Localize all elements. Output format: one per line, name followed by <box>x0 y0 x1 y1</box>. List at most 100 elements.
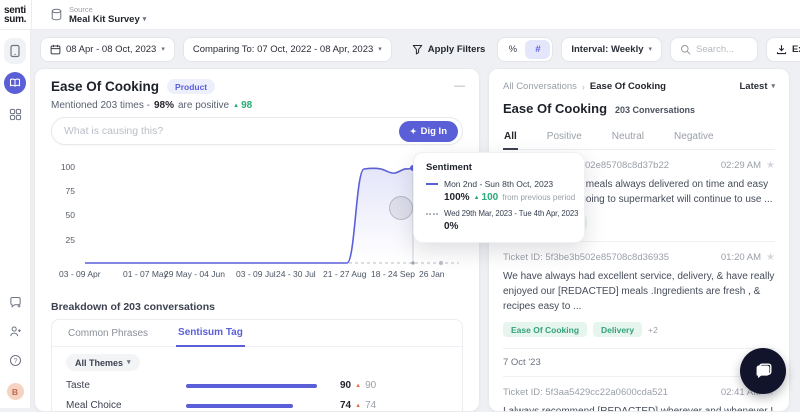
sidebar-item-device[interactable] <box>4 38 26 64</box>
chevron-down-icon: ▾ <box>378 45 382 53</box>
topic-insight-panel: Ease Of Cooking Product — Mentioned 203 … <box>34 68 480 412</box>
breadcrumb-separator: › <box>581 81 585 92</box>
help-icon: ? <box>9 354 21 367</box>
tooltip-title: Sentiment <box>426 162 472 173</box>
x-tick: 18 - 24 Sep <box>371 269 415 279</box>
x-tick: 26 Jan <box>419 269 445 279</box>
tablet-icon <box>10 44 20 58</box>
search-box[interactable] <box>670 36 759 62</box>
sidebar-item-insights-active[interactable] <box>4 72 26 94</box>
sidebar-item-help[interactable]: ? <box>9 354 22 372</box>
user-plus-icon <box>9 326 21 337</box>
positive-percent: 98% <box>153 100 174 111</box>
sentisum-logo[interactable]: senti sum. <box>0 5 31 25</box>
dig-in-label: Dig In <box>420 125 447 137</box>
sort-dropdown[interactable]: Latest ▾ <box>740 81 776 92</box>
collapse-panel-button[interactable]: — <box>454 81 465 92</box>
date-range-value: 08 Apr - 08 Oct, 2023 <box>66 43 157 55</box>
x-tick: 21 - 27 Aug <box>323 269 367 279</box>
breakdown-bar <box>186 383 317 388</box>
source-selector[interactable]: Source Meal Kit Survey ▾ <box>32 5 146 25</box>
sentiment-trend-chart[interactable]: 100 75 50 25 03 - 09 Apr 01 - 07 May 29 … <box>51 157 465 285</box>
calendar-icon <box>50 44 61 54</box>
sidebar-item-invite-user[interactable] <box>9 325 22 343</box>
tab-neutral[interactable]: Neutral <box>611 125 645 149</box>
breakdown-value: 90 <box>340 380 352 391</box>
chevron-down-icon: ▾ <box>648 45 653 53</box>
tab-positive[interactable]: Positive <box>546 125 583 149</box>
conversation-time: 01:20 AM <box>720 252 762 263</box>
topic-summary: Mentioned 203 times - 98% are positive ▲… <box>51 100 252 111</box>
breadcrumb-all-conversations[interactable]: All Conversations <box>503 81 577 92</box>
breakdown-row-meal-choice[interactable]: Meal Choice 74 ▲ 74 <box>52 400 462 411</box>
svg-text:?: ? <box>13 358 17 365</box>
breakdown-tabs: Common Phrases Sentisum Tag <box>52 320 462 347</box>
chevron-down-icon: ▾ <box>161 45 165 53</box>
topic-type-badge: Product <box>167 79 216 94</box>
solid-series-swatch <box>426 183 438 185</box>
x-tick: 03 - 09 Jul <box>236 269 276 279</box>
x-axis-labels: 03 - 09 Apr 01 - 07 May 29 May - 04 Jun … <box>51 269 465 283</box>
toggle-percent[interactable]: % <box>500 40 525 59</box>
up-arrow-icon: ▲ <box>473 194 480 201</box>
breakdown-bar <box>186 403 293 408</box>
breakdown-heading: Breakdown of 203 conversations <box>51 301 215 313</box>
date-range-picker[interactable]: 08 Apr - 08 Oct, 2023 ▾ <box>40 36 175 62</box>
tooltip-previous-value: 0% <box>444 221 459 232</box>
chat-widget-button[interactable] <box>740 348 786 394</box>
ask-ai-bar: ✦ Dig In <box>51 117 463 145</box>
comparison-end-dot <box>439 261 443 265</box>
logo-line2: sum. <box>4 13 27 25</box>
cursor-halo <box>389 196 413 220</box>
apply-filters-button[interactable]: Apply Filters <box>408 44 490 55</box>
y-tick-75: 75 <box>66 186 76 196</box>
dig-in-button[interactable]: ✦ Dig In <box>398 120 458 142</box>
breakdown-row-taste[interactable]: Taste 90 ▲ 90 <box>52 380 462 391</box>
tab-all[interactable]: All <box>503 125 518 150</box>
search-icon <box>680 44 691 54</box>
up-arrow-icon: ▲ <box>233 102 240 109</box>
toggle-count[interactable]: # <box>525 39 551 59</box>
tooltip-current-delta: 100 <box>481 192 499 203</box>
export-button[interactable]: Export <box>766 36 800 62</box>
star-icon[interactable]: ★ <box>766 252 775 263</box>
interval-selector[interactable]: Interval: Weekly ▾ <box>561 36 663 62</box>
tab-negative[interactable]: Negative <box>673 125 714 149</box>
conversation-item[interactable]: Ticket ID: 5f3aa5429cc22a0600cda521 02:4… <box>503 377 775 411</box>
percent-count-toggle: % # <box>497 36 554 62</box>
sidebar-item-apps[interactable] <box>9 108 22 121</box>
chevron-down-icon: ▾ <box>127 359 131 366</box>
user-avatar[interactable]: B <box>6 383 24 400</box>
dig-in-icon: ✦ <box>409 126 417 136</box>
search-input[interactable] <box>696 43 749 55</box>
breakdown-value: 74 <box>340 400 352 411</box>
sidebar: ? B <box>0 30 31 408</box>
crosshair-base-dot <box>411 261 415 265</box>
breakdown-card: Common Phrases Sentisum Tag All Themes ▾… <box>51 319 463 411</box>
more-tags-count[interactable]: +2 <box>648 325 658 335</box>
ticket-id: Ticket ID: 5f3be3b502e85708c8d36935 <box>503 252 670 263</box>
tag-delivery[interactable]: Delivery <box>593 322 643 337</box>
x-tick: 01 - 07 May <box>123 269 168 279</box>
ask-ai-input[interactable] <box>64 125 399 137</box>
tag-ease-of-cooking[interactable]: Ease Of Cooking <box>503 322 588 337</box>
tab-sentisum-tag[interactable]: Sentisum Tag <box>176 320 245 347</box>
comparing-to-picker[interactable]: Comparing To: 07 Oct, 2022 - 08 Apr, 202… <box>182 36 392 62</box>
conversation-item[interactable]: Ticket ID: 5f3be3b502e85708c8d36935 01:2… <box>503 242 775 349</box>
breadcrumb-current: Ease Of Cooking <box>589 81 666 92</box>
source-value: Meal Kit Survey <box>69 13 140 25</box>
conversation-text: We have always had excellent service, de… <box>503 271 775 312</box>
interval-value: Interval: Weekly <box>571 43 644 55</box>
tooltip-previous-period: Wed 29th Mar, 2023 - Tue 4th Apr, 2023 <box>444 209 579 218</box>
sidebar-item-feedback[interactable] <box>9 296 22 314</box>
chart-tooltip: Sentiment Mon 2nd - Sun 8th Oct, 2023 10… <box>413 152 585 243</box>
sort-value: Latest <box>739 81 768 92</box>
apply-filters-label: Apply Filters <box>427 43 486 55</box>
tooltip-current-period: Mon 2nd - Sun 8th Oct, 2023 <box>444 179 554 189</box>
theme-filter-dropdown[interactable]: All Themes ▾ <box>66 354 140 371</box>
filter-funnel-icon <box>412 44 423 54</box>
up-arrow-icon: ▲ <box>355 382 362 389</box>
tab-common-phrases[interactable]: Common Phrases <box>66 321 150 346</box>
chevron-down-icon: ▾ <box>771 83 775 90</box>
star-icon[interactable]: ★ <box>766 160 775 171</box>
